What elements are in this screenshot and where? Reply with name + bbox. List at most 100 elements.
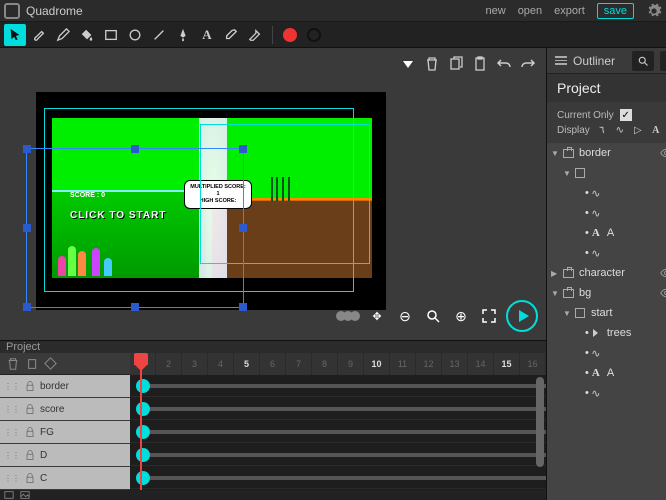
- onion-skin-icon[interactable]: [338, 305, 360, 327]
- keyframe[interactable]: [136, 448, 150, 462]
- open-button[interactable]: open: [518, 5, 542, 17]
- tween[interactable]: [150, 407, 546, 411]
- tick[interactable]: 8: [312, 353, 338, 375]
- tween[interactable]: [150, 430, 546, 434]
- rectangle-tool[interactable]: [100, 24, 122, 46]
- tick[interactable]: 6: [260, 353, 286, 375]
- keyframe-icon[interactable]: [44, 357, 57, 370]
- pan-icon[interactable]: ✥: [366, 305, 388, 327]
- tick[interactable]: 12: [416, 353, 442, 375]
- layer-row[interactable]: ⋮⋮score: [0, 398, 130, 420]
- fill-tool[interactable]: [76, 24, 98, 46]
- tween[interactable]: [150, 453, 546, 457]
- keyframe[interactable]: [136, 425, 150, 439]
- lock-icon[interactable]: [24, 380, 36, 392]
- tick[interactable]: 4: [208, 353, 234, 375]
- resize-handle[interactable]: [239, 224, 247, 232]
- tick[interactable]: 14: [468, 353, 494, 375]
- lock-icon[interactable]: [24, 426, 36, 438]
- tick[interactable]: 11: [390, 353, 416, 375]
- tree-node[interactable]: ▼: [547, 163, 666, 183]
- new-button[interactable]: new: [486, 5, 506, 17]
- timeline-ruler[interactable]: 12345678910111213141516: [130, 353, 546, 375]
- tree-node[interactable]: •∿: [547, 183, 666, 203]
- resize-handle[interactable]: [131, 145, 139, 153]
- transform-box[interactable]: [26, 148, 244, 308]
- wave-filter-icon[interactable]: ∿: [614, 124, 626, 136]
- export-button[interactable]: export: [554, 5, 585, 17]
- play-button[interactable]: [506, 300, 538, 332]
- visibility-icon[interactable]: [660, 147, 666, 159]
- fit-icon[interactable]: [478, 305, 500, 327]
- picture-icon[interactable]: [20, 490, 30, 500]
- visibility-icon[interactable]: [660, 267, 666, 279]
- pen-tool[interactable]: [172, 24, 194, 46]
- tree-node-start[interactable]: ▼start🔊: [547, 303, 666, 323]
- brush-tool[interactable]: [28, 24, 50, 46]
- tree-node[interactable]: •∿: [547, 343, 666, 363]
- record-red-icon[interactable]: [279, 24, 301, 46]
- tree-node[interactable]: •∿: [547, 203, 666, 223]
- layer-row[interactable]: ⋮⋮C: [0, 467, 130, 489]
- keyframe[interactable]: [136, 471, 150, 485]
- search-icon[interactable]: [632, 51, 654, 71]
- line-tool[interactable]: [148, 24, 170, 46]
- resize-handle[interactable]: [131, 303, 139, 311]
- tree-node-trees[interactable]: •trees: [547, 323, 666, 343]
- track[interactable]: [130, 467, 546, 489]
- path-filter-icon[interactable]: ٦: [596, 124, 608, 136]
- pencil-tool[interactable]: [52, 24, 74, 46]
- tick[interactable]: 10: [364, 353, 390, 375]
- tick[interactable]: 2: [156, 353, 182, 375]
- record-outline-icon[interactable]: [303, 24, 325, 46]
- canvas[interactable]: SCORE : 0 CLICK TO START MULTIPLIED SCOR…: [0, 48, 546, 340]
- copy-icon[interactable]: [26, 357, 40, 371]
- trash-icon[interactable]: [6, 357, 20, 371]
- tween[interactable]: [150, 384, 546, 388]
- tick[interactable]: 3: [182, 353, 208, 375]
- track[interactable]: [130, 375, 546, 397]
- tree-node[interactable]: •∿: [547, 383, 666, 403]
- text-tool[interactable]: A: [196, 24, 218, 46]
- menu-icon[interactable]: [555, 56, 567, 65]
- scrollbar[interactable]: [536, 377, 544, 467]
- dropdown-icon[interactable]: [400, 56, 416, 72]
- zoom-in-icon[interactable]: ⊕: [450, 305, 472, 327]
- tick[interactable]: 13: [442, 353, 468, 375]
- track[interactable]: [130, 398, 546, 420]
- current-only-checkbox[interactable]: ✓: [620, 109, 632, 121]
- trash-icon[interactable]: [424, 56, 440, 72]
- tween[interactable]: [150, 476, 546, 480]
- resize-handle[interactable]: [23, 224, 31, 232]
- undo-icon[interactable]: [496, 56, 512, 72]
- eyedropper-tool[interactable]: [220, 24, 242, 46]
- paste-icon[interactable]: [472, 56, 488, 72]
- keyframe[interactable]: [136, 379, 150, 393]
- text-filter-icon[interactable]: A: [650, 124, 662, 136]
- lock-icon[interactable]: [24, 449, 36, 461]
- keyframe[interactable]: [136, 402, 150, 416]
- track[interactable]: [130, 444, 546, 466]
- copy-icon[interactable]: [448, 56, 464, 72]
- frame-icon[interactable]: [4, 490, 14, 500]
- play-filter-icon[interactable]: ▷: [632, 124, 644, 136]
- tick[interactable]: 5: [234, 353, 260, 375]
- tree-node-character[interactable]: ▶character: [547, 263, 666, 283]
- tree-node[interactable]: •AA: [547, 363, 666, 383]
- tick[interactable]: 15: [494, 353, 520, 375]
- visibility-icon[interactable]: [660, 287, 666, 299]
- cursor-tool[interactable]: [4, 24, 26, 46]
- resize-handle[interactable]: [23, 145, 31, 153]
- project-header[interactable]: Project: [547, 74, 666, 102]
- save-button[interactable]: save: [597, 3, 634, 19]
- tree-node-bg[interactable]: ▼bg: [547, 283, 666, 303]
- eraser-tool[interactable]: [244, 24, 266, 46]
- tick[interactable]: 9: [338, 353, 364, 375]
- settings-icon[interactable]: [646, 3, 662, 19]
- zoom-out-icon[interactable]: ⊖: [394, 305, 416, 327]
- zoom-icon[interactable]: [422, 305, 444, 327]
- resize-handle[interactable]: [23, 303, 31, 311]
- tree-node[interactable]: •AA: [547, 223, 666, 243]
- layer-row[interactable]: ⋮⋮FG: [0, 421, 130, 443]
- playhead[interactable]: [140, 353, 142, 490]
